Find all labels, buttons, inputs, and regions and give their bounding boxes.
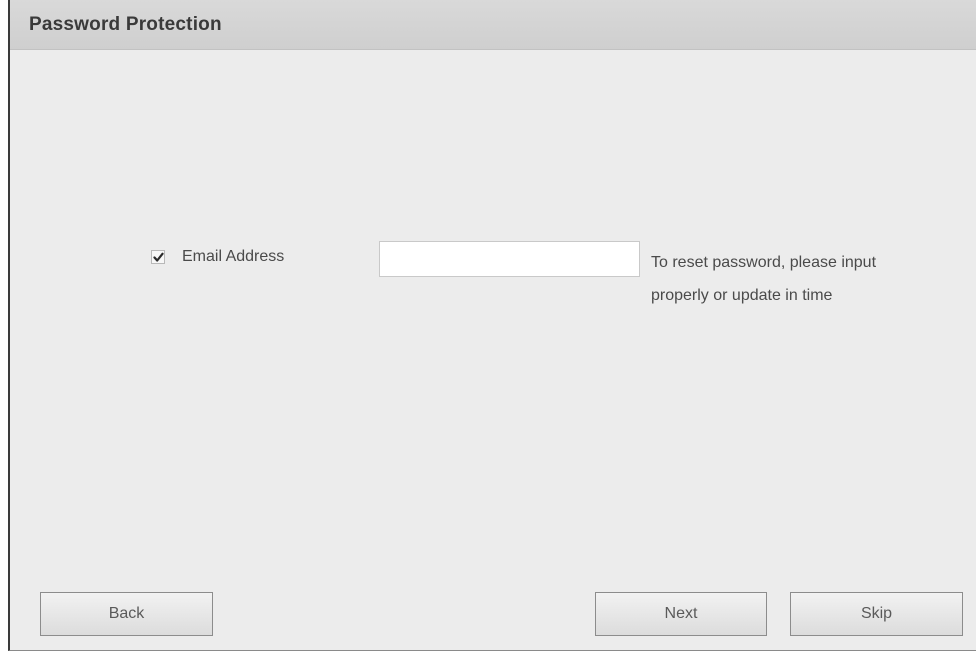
back-button[interactable]: Back — [40, 592, 213, 636]
next-button[interactable]: Next — [595, 592, 767, 636]
skip-button[interactable]: Skip — [790, 592, 963, 636]
hint-line-1: To reset password, please input — [651, 254, 877, 271]
checkmark-icon — [153, 252, 164, 262]
dialog-title: Password Protection — [29, 14, 222, 35]
password-protection-dialog: Password Protection Email Address To res… — [8, 0, 976, 651]
email-address-input[interactable] — [379, 241, 640, 277]
hint-line-2: properly or update in time — [651, 287, 833, 304]
email-checkbox[interactable] — [151, 250, 165, 264]
reset-password-hint: To reset password, please input properly… — [651, 246, 971, 312]
email-address-label: Email Address — [182, 248, 285, 265]
title-bar: Password Protection — [10, 0, 976, 50]
